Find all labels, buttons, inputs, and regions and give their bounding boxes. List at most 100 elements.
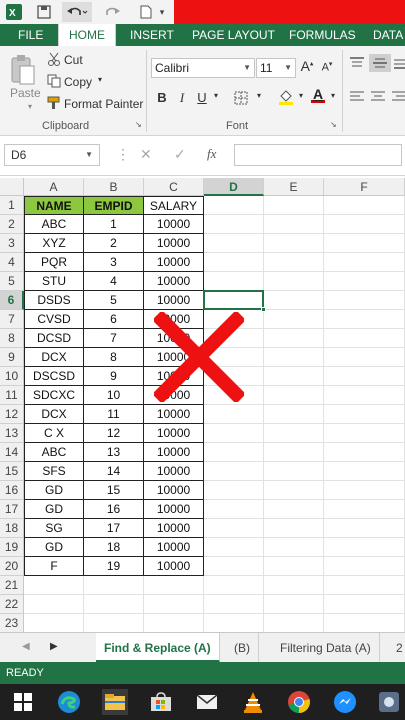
italic-button[interactable]: I [176,90,188,106]
table-cell[interactable]: 10000 [144,519,204,538]
table-cell[interactable]: 11 [84,405,144,424]
tab-page-layout[interactable]: PAGE LAYOUT [192,24,275,46]
table-cell[interactable]: DCX [24,348,84,367]
empty-cell[interactable] [204,424,264,443]
empty-cell[interactable] [264,443,324,462]
table-cell[interactable]: DCSD [24,329,84,348]
empty-cell[interactable] [264,595,324,614]
empty-cell[interactable] [324,481,405,500]
empty-cell[interactable] [324,272,405,291]
active-cell-selection[interactable] [203,290,266,312]
row-header-8[interactable]: 8 [0,329,24,348]
empty-cell[interactable] [264,348,324,367]
table-cell[interactable]: STU [24,272,84,291]
fill-color-icon[interactable] [278,88,294,109]
empty-cell[interactable] [204,443,264,462]
empty-cell[interactable] [264,519,324,538]
table-cell[interactable]: 13 [84,443,144,462]
table-cell[interactable]: F [24,557,84,576]
empty-cell[interactable] [204,215,264,234]
empty-cell[interactable] [204,196,264,215]
empty-cell[interactable] [324,367,405,386]
table-cell[interactable]: DSCSD [24,367,84,386]
empty-cell[interactable] [324,310,405,329]
table-header-cell[interactable]: SALARY [144,196,204,215]
table-cell[interactable]: SDCXC [24,386,84,405]
row-header-18[interactable]: 18 [0,519,24,538]
table-cell[interactable]: SG [24,519,84,538]
table-cell[interactable]: 10000 [144,557,204,576]
mail-icon[interactable] [194,689,220,715]
enter-formula-button[interactable]: ✓ [174,146,186,163]
empty-cell[interactable] [324,519,405,538]
save-icon[interactable] [34,2,54,22]
table-cell[interactable]: ABC [24,443,84,462]
table-cell[interactable]: PQR [24,253,84,272]
table-cell[interactable]: 19 [84,557,144,576]
tab-insert[interactable]: INSERT [130,24,174,46]
empty-cell[interactable] [324,462,405,481]
empty-cell[interactable] [324,595,405,614]
table-cell[interactable]: 12 [84,424,144,443]
row-header-12[interactable]: 12 [0,405,24,424]
empty-cell[interactable] [264,310,324,329]
empty-cell[interactable] [324,329,405,348]
column-header-c[interactable]: C [144,178,204,196]
paste-dropdown-icon[interactable]: ▾ [28,102,32,111]
empty-cell[interactable] [264,272,324,291]
file-explorer-icon[interactable] [102,689,128,715]
store-icon[interactable] [148,689,174,715]
empty-cell[interactable] [204,500,264,519]
font-color-dropdown-icon[interactable]: ▾ [328,91,338,100]
empty-cell[interactable] [264,576,324,595]
empty-cell[interactable] [204,462,264,481]
empty-cell[interactable] [204,557,264,576]
table-cell[interactable]: 4 [84,272,144,291]
new-document-icon[interactable] [136,2,156,22]
font-name-select[interactable]: Calibri ▼ [151,58,255,78]
table-cell[interactable]: SFS [24,462,84,481]
empty-cell[interactable] [264,367,324,386]
table-cell[interactable]: 10000 [144,272,204,291]
font-launcher-icon[interactable]: ↘ [330,120,337,129]
table-cell[interactable]: C X [24,424,84,443]
empty-cell[interactable] [324,253,405,272]
app-icon[interactable] [376,689,402,715]
underline-dropdown-icon[interactable]: ▾ [211,91,221,100]
align-center-icon[interactable] [370,90,386,107]
row-header-7[interactable]: 7 [0,310,24,329]
table-cell[interactable]: 8 [84,348,144,367]
sheet-tab-b[interactable]: (B) [226,633,259,663]
empty-cell[interactable] [324,443,405,462]
empty-cell[interactable] [324,500,405,519]
underline-button[interactable]: U [196,90,208,105]
tab-formulas[interactable]: FORMULAS [289,24,356,46]
empty-cell[interactable] [324,234,405,253]
table-cell[interactable]: 10000 [144,234,204,253]
table-cell[interactable]: 10000 [144,253,204,272]
cancel-formula-button[interactable]: ✕ [140,146,152,163]
empty-cell[interactable] [264,234,324,253]
empty-cell[interactable] [264,329,324,348]
column-header-b[interactable]: B [84,178,144,196]
empty-cell[interactable] [84,614,144,632]
column-header-e[interactable]: E [264,178,324,196]
redo-icon[interactable] [98,2,126,22]
fill-handle[interactable] [261,307,266,312]
tab-file[interactable]: FILE [18,24,43,46]
row-header-5[interactable]: 5 [0,272,24,291]
empty-cell[interactable] [84,576,144,595]
formula-input[interactable] [234,144,402,166]
row-header-11[interactable]: 11 [0,386,24,405]
table-cell[interactable]: 7 [84,329,144,348]
empty-cell[interactable] [264,500,324,519]
empty-cell[interactable] [324,576,405,595]
empty-cell[interactable] [24,614,84,632]
row-header-15[interactable]: 15 [0,462,24,481]
undo-icon[interactable] [62,2,92,22]
row-header-4[interactable]: 4 [0,253,24,272]
empty-cell[interactable] [204,272,264,291]
table-cell[interactable]: GD [24,481,84,500]
table-cell[interactable]: 10000 [144,424,204,443]
empty-cell[interactable] [324,405,405,424]
